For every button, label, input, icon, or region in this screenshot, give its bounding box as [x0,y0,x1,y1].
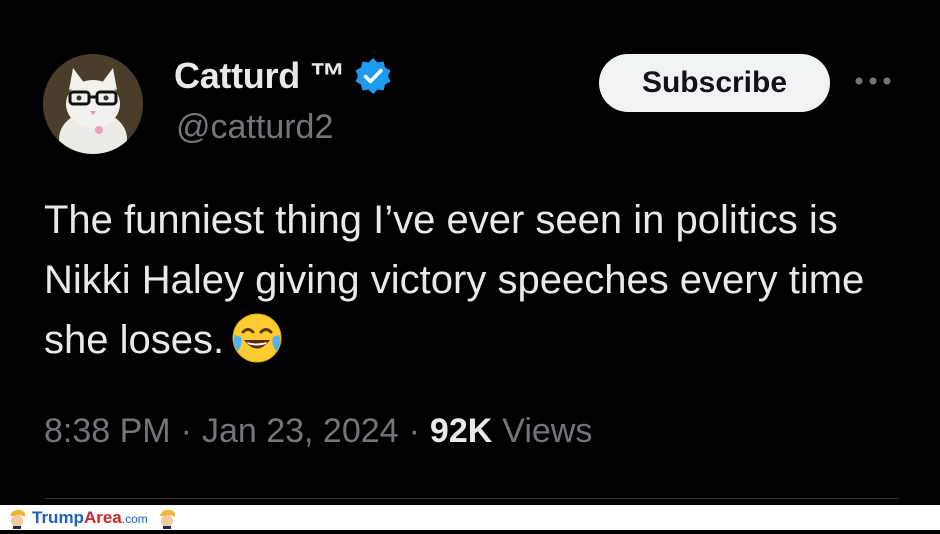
watermark-brand-suffix: .com [121,511,148,526]
verified-badge-icon [353,56,393,96]
meta-separator: · [408,412,420,450]
trump-head-icon [156,507,178,529]
views-label: Views [502,412,593,450]
avatar[interactable] [43,54,143,154]
author-name-row[interactable]: Catturd ™ [174,55,393,97]
watermark-footer: TrumpArea.com [0,505,940,530]
subscribe-button[interactable]: Subscribe [599,54,830,112]
watermark-brand-part2: Area [83,507,122,527]
trump-head-icon [6,507,28,529]
face-with-tears-of-joy-icon [230,311,284,365]
more-options-icon[interactable] [851,66,895,96]
views-count[interactable]: 92K [430,412,492,451]
tweet-meta: 8:38 PM · Jan 23, 2024 · 92K Views [44,412,592,451]
watermark-logo: TrumpArea.com [6,505,178,530]
watermark-brand-part1: Trump [32,507,84,527]
tweet-text: The funniest thing I’ve ever seen in pol… [44,190,924,370]
tweet-time[interactable]: 8:38 PM [44,412,171,451]
user-handle[interactable]: @catturd2 [176,108,333,147]
display-name[interactable]: Catturd ™ [174,55,346,97]
meta-separator: · [180,412,192,450]
tweet-date[interactable]: Jan 23, 2024 [202,412,399,451]
divider [44,498,899,499]
tweet-body: The funniest thing I’ve ever seen in pol… [44,198,865,362]
cat-avatar-icon [43,54,143,154]
